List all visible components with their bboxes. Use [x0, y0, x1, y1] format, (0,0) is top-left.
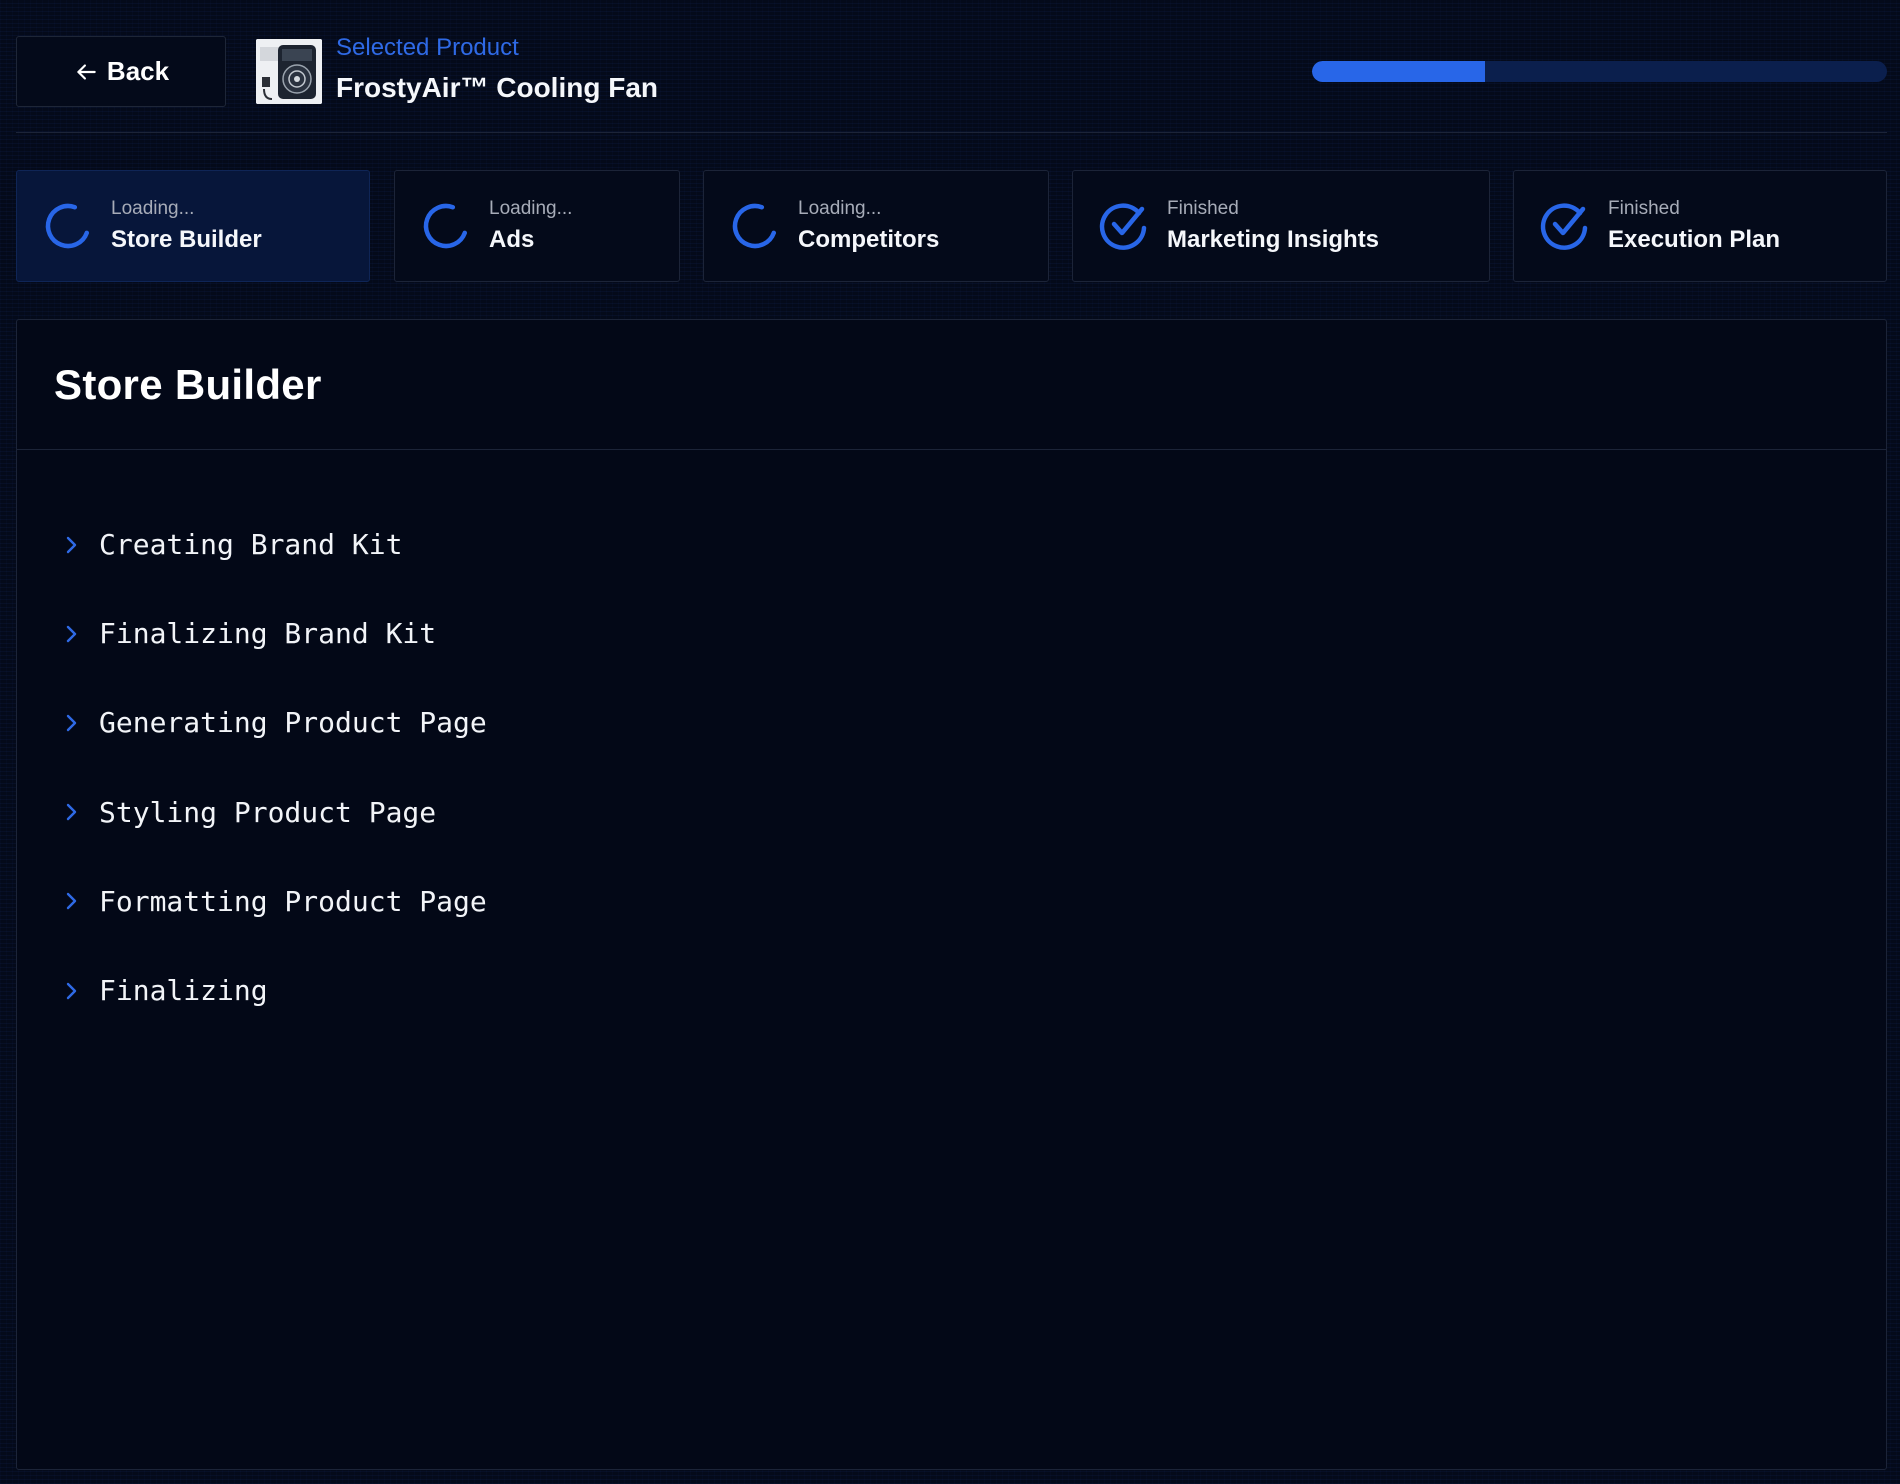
check-circle-icon	[1540, 203, 1588, 250]
chevron-right-icon	[66, 893, 77, 910]
step-label: Finalizing	[99, 974, 268, 1008]
check-circle-icon	[1099, 203, 1147, 250]
step-item-generating-product-page[interactable]: Generating Product Page	[63, 678, 1886, 767]
product-title: FrostyAir™ Cooling Fan	[336, 72, 658, 103]
overall-progress-bar	[1312, 61, 1887, 82]
step-label: Generating Product Page	[99, 706, 487, 740]
panel-title: Store Builder	[54, 360, 322, 408]
step-item-creating-brand-kit[interactable]: Creating Brand Kit	[63, 500, 1886, 589]
spinner-icon	[732, 203, 777, 249]
step-card-status: Loading...	[489, 198, 573, 219]
step-card-execution-plan[interactable]: Finished Execution Plan	[1513, 170, 1887, 282]
back-button-label: Back	[106, 56, 170, 86]
step-card-name: Store Builder	[111, 226, 262, 253]
step-card-name: Ads	[489, 226, 535, 253]
step-label: Creating Brand Kit	[99, 528, 403, 562]
step-card-status: Finished	[1167, 198, 1239, 219]
progress-bar-fill	[1312, 61, 1485, 82]
arrow-left-icon	[77, 63, 96, 80]
store-builder-panel: Store Builder Creating Brand Kit Finaliz…	[16, 319, 1887, 1470]
header-divider	[16, 132, 1887, 133]
step-card-ads[interactable]: Loading... Ads	[394, 170, 680, 282]
step-label: Styling Product Page	[99, 795, 437, 829]
step-item-finalizing[interactable]: Finalizing	[63, 946, 1886, 1035]
step-card-status: Finished	[1608, 198, 1680, 219]
selected-product-label: Selected Product	[336, 34, 519, 61]
step-card-status: Loading...	[798, 198, 882, 219]
chevron-right-icon	[66, 803, 77, 821]
step-card-status: Loading...	[111, 198, 195, 219]
spinner-icon	[45, 203, 90, 249]
panel-header: Store Builder	[17, 320, 1886, 450]
step-card-name: Competitors	[798, 226, 940, 253]
step-card-name: Execution Plan	[1608, 226, 1781, 253]
cooling-fan-image-icon	[256, 39, 322, 104]
chevron-right-icon	[66, 982, 77, 999]
spinner-icon	[423, 203, 468, 249]
step-item-finalizing-brand-kit[interactable]: Finalizing Brand Kit	[63, 589, 1886, 678]
chevron-right-icon	[66, 714, 77, 732]
step-item-styling-product-page[interactable]: Styling Product Page	[63, 768, 1886, 857]
step-card-store-builder[interactable]: Loading... Store Builder	[16, 170, 370, 282]
step-card-name: Marketing Insights	[1167, 226, 1380, 253]
step-label: Finalizing Brand Kit	[99, 617, 437, 651]
product-thumbnail	[256, 39, 322, 104]
chevron-right-icon	[66, 536, 77, 553]
step-card-marketing-insights[interactable]: Finished Marketing Insights	[1072, 170, 1490, 282]
step-label: Formatting Product Page	[99, 884, 487, 918]
step-card-competitors[interactable]: Loading... Competitors	[703, 170, 1049, 282]
back-button[interactable]: Back	[16, 36, 226, 107]
step-list: Creating Brand Kit Finalizing Brand Kit …	[17, 450, 1886, 1035]
chevron-right-icon	[66, 625, 77, 642]
step-item-formatting-product-page[interactable]: Formatting Product Page	[63, 857, 1886, 946]
